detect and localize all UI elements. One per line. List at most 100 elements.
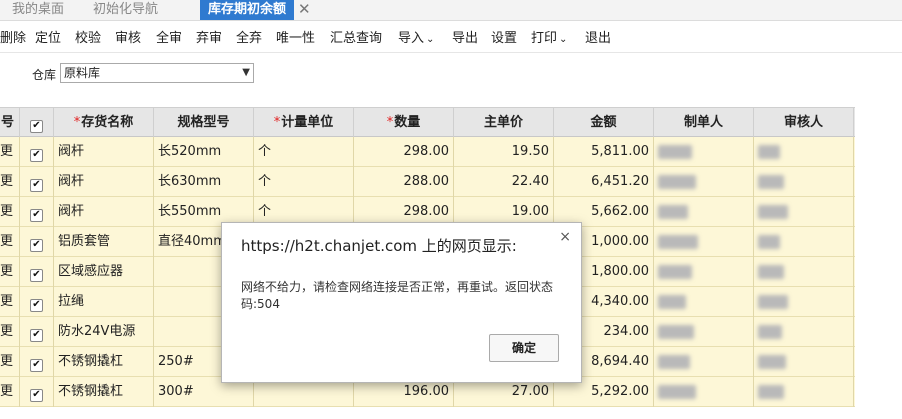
row-checkbox[interactable]: ✔ xyxy=(30,359,43,372)
name-cell[interactable]: 不锈钢撬杠 xyxy=(54,377,154,407)
idx-cell[interactable]: 更 xyxy=(0,167,20,197)
auditor-cell[interactable] xyxy=(754,257,854,287)
name-cell[interactable]: 阀杆 xyxy=(54,197,154,227)
maker-cell[interactable] xyxy=(654,197,754,227)
tab-inventory-opening-balance[interactable]: 库存期初余额 ✕ xyxy=(200,0,311,20)
select-all-checkbox[interactable]: ✔ xyxy=(30,120,43,133)
auditor-cell[interactable] xyxy=(754,377,854,407)
row-select-cell[interactable]: ✔ xyxy=(20,227,54,257)
column-header[interactable]: 主单价 xyxy=(454,108,554,138)
column-header[interactable]: *计量单位 xyxy=(254,108,354,138)
idx-cell[interactable]: 更 xyxy=(0,317,20,347)
row-checkbox[interactable]: ✔ xyxy=(30,329,43,342)
toolbar-button-9[interactable]: 导入 ⌄ xyxy=(398,29,434,49)
row-select-cell[interactable]: ✔ xyxy=(20,197,54,227)
row-select-cell[interactable]: ✔ xyxy=(20,377,54,407)
maker-cell[interactable] xyxy=(654,317,754,347)
column-header[interactable]: ✔ xyxy=(20,108,54,138)
idx-cell[interactable]: 更 xyxy=(0,137,20,167)
idx-cell[interactable]: 更 xyxy=(0,257,20,287)
toolbar-button-4[interactable]: 全审 xyxy=(156,29,182,49)
row-select-cell[interactable]: ✔ xyxy=(20,317,54,347)
maker-cell[interactable] xyxy=(654,287,754,317)
column-header[interactable]: 制单人 xyxy=(654,108,754,138)
warehouse-select[interactable]: 原料库 ▼ xyxy=(60,63,254,83)
spec-cell[interactable]: 长630mm xyxy=(154,167,254,197)
ok-button[interactable]: 确定 xyxy=(489,334,559,362)
toolbar-button-3[interactable]: 审核 xyxy=(115,29,141,49)
idx-cell[interactable]: 更 xyxy=(0,377,20,407)
qty-cell[interactable]: 298.00 xyxy=(354,137,454,167)
name-cell[interactable]: 阀杆 xyxy=(54,167,154,197)
row-checkbox[interactable]: ✔ xyxy=(30,149,43,162)
row-checkbox[interactable]: ✔ xyxy=(30,269,43,282)
toolbar-button-0[interactable]: 删除 xyxy=(0,29,26,49)
row-select-cell[interactable]: ✔ xyxy=(20,287,54,317)
maker-cell[interactable] xyxy=(654,227,754,257)
name-cell[interactable]: 阀杆 xyxy=(54,137,154,167)
auditor-cell[interactable] xyxy=(754,227,854,257)
close-icon[interactable]: × xyxy=(559,229,571,245)
toolbar-button-6[interactable]: 全弃 xyxy=(236,29,262,49)
maker-cell[interactable] xyxy=(654,257,754,287)
toolbar-button-13[interactable]: 退出 xyxy=(585,29,611,49)
table-row[interactable]: 更 ✔ 阀杆 长520mm 个 298.00 19.50 5,811.00 xyxy=(0,137,855,167)
amount-cell[interactable]: 5,811.00 xyxy=(554,137,654,167)
toolbar-button-10[interactable]: 导出 xyxy=(452,29,478,49)
column-header[interactable]: 审核人 xyxy=(754,108,854,138)
row-checkbox[interactable]: ✔ xyxy=(30,389,43,402)
name-cell[interactable]: 铝质套管 xyxy=(54,227,154,257)
row-select-cell[interactable]: ✔ xyxy=(20,347,54,377)
close-icon[interactable]: ✕ xyxy=(298,0,314,19)
auditor-cell[interactable] xyxy=(754,167,854,197)
maker-cell[interactable] xyxy=(654,137,754,167)
auditor-cell[interactable] xyxy=(754,197,854,227)
toolbar-button-12[interactable]: 打印 ⌄ xyxy=(531,29,567,49)
name-cell[interactable]: 防水24V电源 xyxy=(54,317,154,347)
tab-init-navigation[interactable]: 初始化导航 xyxy=(93,0,158,20)
row-select-cell[interactable]: ✔ xyxy=(20,137,54,167)
name-cell[interactable]: 区域感应器 xyxy=(54,257,154,287)
price-cell[interactable]: 22.40 xyxy=(454,167,554,197)
auditor-cell[interactable] xyxy=(754,137,854,167)
price-cell[interactable]: 19.50 xyxy=(454,137,554,167)
toolbar-button-2[interactable]: 校验 xyxy=(75,29,101,49)
auditor-cell[interactable] xyxy=(754,317,854,347)
qty-cell[interactable]: 288.00 xyxy=(354,167,454,197)
idx-cell[interactable]: 更 xyxy=(0,227,20,257)
toolbar-button-11[interactable]: 设置 xyxy=(491,29,517,49)
idx-cell[interactable]: 更 xyxy=(0,347,20,377)
row-select-cell[interactable]: ✔ xyxy=(20,257,54,287)
idx-cell[interactable]: 更 xyxy=(0,197,20,227)
toolbar-button-8[interactable]: 汇总查询 xyxy=(330,29,382,49)
auditor-cell[interactable] xyxy=(754,287,854,317)
name-cell[interactable]: 不锈钢撬杠 xyxy=(54,347,154,377)
row-checkbox[interactable]: ✔ xyxy=(30,209,43,222)
amount-cell[interactable]: 6,451.20 xyxy=(554,167,654,197)
unit-cell[interactable]: 个 xyxy=(254,167,354,197)
column-header[interactable]: 号 xyxy=(0,108,20,138)
spec-cell[interactable]: 长520mm xyxy=(154,137,254,167)
maker-cell[interactable] xyxy=(654,167,754,197)
idx-cell[interactable]: 更 xyxy=(0,287,20,317)
tab-my-desktop[interactable]: 我的桌面 xyxy=(12,0,64,20)
unit-cell[interactable]: 个 xyxy=(254,137,354,167)
row-checkbox[interactable]: ✔ xyxy=(30,299,43,312)
row-checkbox[interactable]: ✔ xyxy=(30,239,43,252)
maker-cell[interactable] xyxy=(654,347,754,377)
table-row[interactable]: 更 ✔ 阀杆 长630mm 个 288.00 22.40 6,451.20 xyxy=(0,167,855,197)
name-cell[interactable]: 拉绳 xyxy=(54,287,154,317)
row-select-cell[interactable]: ✔ xyxy=(20,167,54,197)
name-value: 不锈钢撬杠 xyxy=(58,384,124,399)
column-header[interactable]: 金额 xyxy=(554,108,654,138)
auditor-cell[interactable] xyxy=(754,347,854,377)
column-header[interactable]: 规格型号 xyxy=(154,108,254,138)
toolbar-button-1[interactable]: 定位 xyxy=(35,29,61,49)
toolbar-button-7[interactable]: 唯一性 xyxy=(276,29,315,49)
redacted-text xyxy=(658,324,694,339)
column-header[interactable]: *存货名称 xyxy=(54,108,154,138)
toolbar-button-5[interactable]: 弃审 xyxy=(196,29,222,49)
maker-cell[interactable] xyxy=(654,377,754,407)
column-header[interactable]: *数量 xyxy=(354,108,454,138)
row-checkbox[interactable]: ✔ xyxy=(30,179,43,192)
